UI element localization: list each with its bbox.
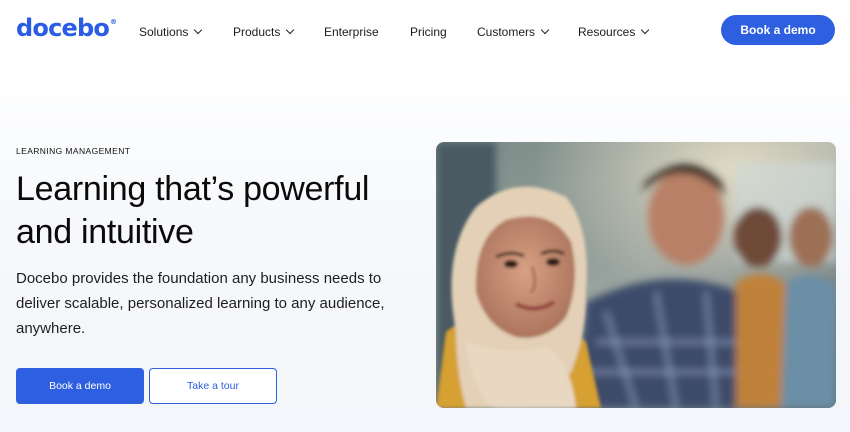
nav-item-label[interactable]: Solutions bbox=[139, 25, 188, 39]
nav-item-customers[interactable]: Customers bbox=[477, 24, 550, 40]
site-header: docebo® Solutions Products Enterprise Pr… bbox=[0, 0, 850, 60]
registered-mark: ® bbox=[110, 18, 117, 26]
logo-text[interactable]: docebo bbox=[16, 14, 110, 42]
chevron-down-icon[interactable] bbox=[641, 25, 650, 35]
hero-photo bbox=[436, 142, 836, 408]
nav-item-pricing[interactable]: Pricing bbox=[410, 24, 447, 40]
hero-eyebrow: LEARNING MANAGEMENT bbox=[16, 146, 131, 156]
docebo-logo[interactable]: docebo® bbox=[16, 14, 117, 42]
nav-item-label[interactable]: Enterprise bbox=[324, 25, 379, 39]
nav-item-label[interactable]: Products bbox=[233, 25, 280, 39]
chevron-down-icon[interactable] bbox=[194, 25, 203, 35]
nav-item-label[interactable]: Resources bbox=[578, 25, 635, 39]
hero-description: Docebo provides the foundation any busin… bbox=[16, 270, 385, 337]
nav-item-enterprise[interactable]: Enterprise bbox=[324, 24, 379, 40]
take-tour-button[interactable]: Take a tour bbox=[149, 368, 277, 404]
nav-item-label[interactable]: Customers bbox=[477, 25, 535, 39]
nav-item-label[interactable]: Pricing bbox=[410, 25, 447, 39]
nav-item-resources[interactable]: Resources bbox=[578, 24, 650, 40]
nav-item-products[interactable]: Products bbox=[233, 24, 295, 40]
chevron-down-icon[interactable] bbox=[540, 25, 550, 35]
hero-title: Learning that’s powerful and intuitive bbox=[16, 170, 370, 251]
book-demo-button[interactable]: Book a demo bbox=[16, 368, 144, 404]
chevron-down-icon[interactable] bbox=[286, 25, 295, 35]
book-demo-header-button[interactable]: Book a demo bbox=[721, 15, 835, 45]
nav-item-solutions[interactable]: Solutions bbox=[139, 24, 203, 40]
